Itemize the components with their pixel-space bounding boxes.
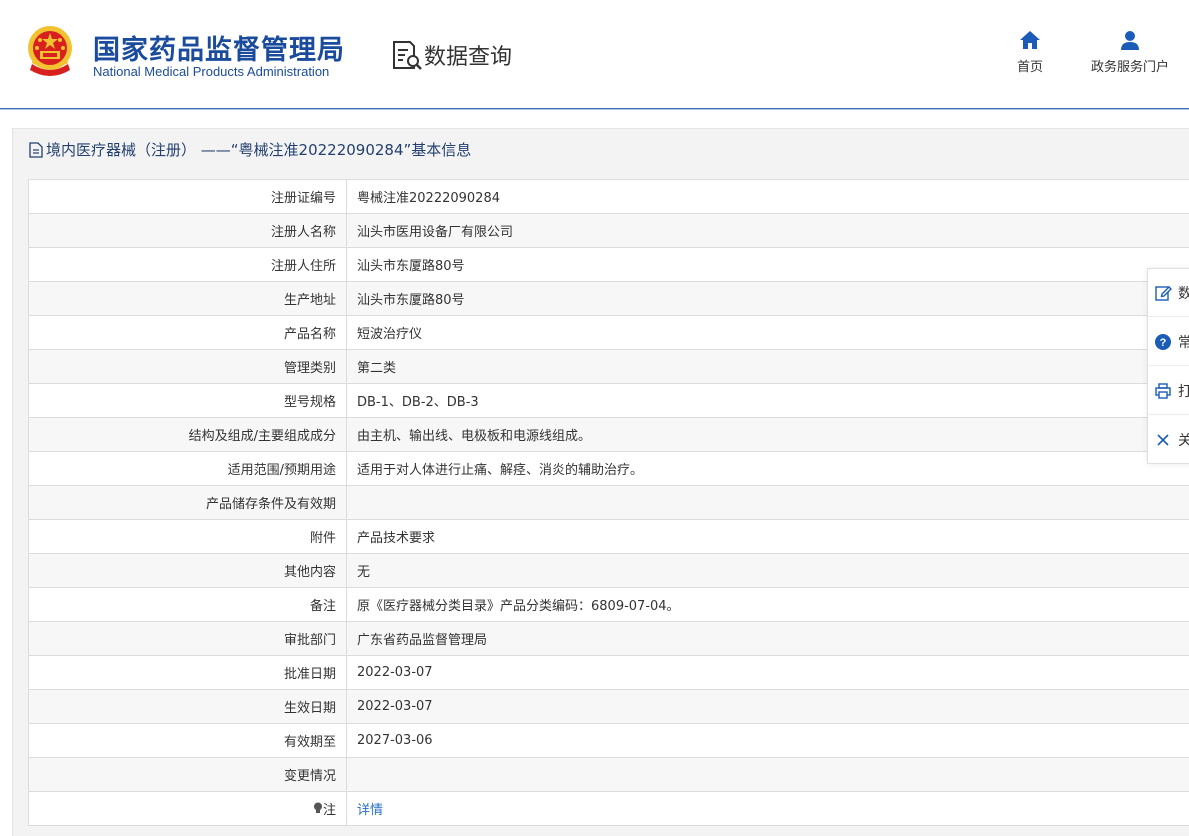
field-label: 管理类别 xyxy=(28,349,347,384)
site-header: 国家药品监督管理局 National Medical Products Admi… xyxy=(0,0,1189,108)
agency-name-cn: 国家药品监督管理局 xyxy=(93,35,345,66)
national-emblem-icon xyxy=(28,26,72,76)
field-label: 有效期至 xyxy=(28,723,347,758)
table-row: 注册人名称 汕头市医用设备厂有限公司 xyxy=(28,213,1189,248)
svg-text:?: ? xyxy=(1160,337,1167,349)
help-icon: ? xyxy=(1155,333,1171,350)
field-value: 粤械注准20222090284 xyxy=(346,179,1189,214)
table-row: 产品储存条件及有效期 xyxy=(28,485,1189,520)
float-faq-label: 常 xyxy=(1178,334,1189,351)
table-row: 批准日期 2022-03-07 xyxy=(28,655,1189,690)
note-value-cell: 详情 xyxy=(346,791,1189,826)
home-icon xyxy=(1020,31,1040,49)
data-query-label: 数据查询 xyxy=(424,45,513,70)
table-row: 其他内容无 xyxy=(28,553,1189,588)
field-value xyxy=(346,757,1189,792)
field-value: 汕头市东厦路80号 xyxy=(346,281,1189,316)
field-value: 无 xyxy=(346,553,1189,588)
field-label: 审批部门 xyxy=(28,621,347,656)
table-row: 审批部门 广东省药品监督管理局 xyxy=(28,621,1189,656)
table-row: 生效日期 2022-03-07 xyxy=(28,689,1189,724)
user-icon xyxy=(1121,31,1139,50)
table-row: 管理类别 第二类 xyxy=(28,349,1189,384)
float-close-button[interactable]: 关 xyxy=(1148,416,1189,464)
float-close-label: 关 xyxy=(1178,433,1189,449)
table-row: 型号规格 DB-1、DB-2、DB-3 xyxy=(28,383,1189,418)
data-query-title: 数据查询 xyxy=(390,38,512,72)
float-print-button[interactable]: 打 xyxy=(1148,367,1189,415)
note-label: 注 xyxy=(322,802,336,818)
field-value: DB-1、DB-2、DB-3 xyxy=(346,383,1189,418)
field-value: 适用于对人体进行止痛、解痉、消炎的辅助治疗。 xyxy=(346,451,1189,486)
print-icon xyxy=(1155,382,1171,399)
table-row: 生产地址 汕头市东厦路80号 xyxy=(28,281,1189,316)
field-label: 结构及组成/主要组成成分 xyxy=(28,417,347,452)
field-label: 适用范围/预期用途 xyxy=(28,451,347,486)
close-icon xyxy=(1157,434,1169,446)
field-label: 变更情况 xyxy=(28,757,347,792)
field-value: 2022-03-07 xyxy=(346,689,1189,724)
panel-title-text: 境内医疗器械（注册） ——“粤械注准20222090284”基本信息 xyxy=(46,141,472,159)
field-value: 2022-03-07 xyxy=(346,655,1189,690)
table-row: 注册证编号 粤械注准20222090284 xyxy=(28,179,1189,214)
table-row: 备注 原《医疗器械分类目录》产品分类编码：6809-07-04。 xyxy=(28,587,1189,622)
document-icon xyxy=(29,141,43,158)
field-value: 汕头市医用设备厂有限公司 xyxy=(346,213,1189,248)
table-row: 注册人住所 汕头市东厦路80号 xyxy=(28,247,1189,282)
table-row: 产品名称 短波治疗仪 xyxy=(28,315,1189,350)
float-faq-button[interactable]: ? 常 xyxy=(1148,318,1189,366)
edit-icon xyxy=(1155,285,1172,301)
field-label: 注册人名称 xyxy=(28,213,347,248)
table-row: 变更情况 xyxy=(28,757,1189,792)
field-value: 原《医疗器械分类目录》产品分类编码：6809-07-04。 xyxy=(346,587,1189,622)
table-row: 适用范围/预期用途 适用于对人体进行止痛、解痉、消炎的辅助治疗。 xyxy=(28,451,1189,486)
field-label: 备注 xyxy=(28,587,347,622)
note-label-cell: 注 xyxy=(28,791,347,826)
nav-home[interactable]: 首页 xyxy=(1014,30,1046,75)
table-row: 结构及组成/主要组成成分 由主机、输出线、电极板和电源线组成。 xyxy=(28,417,1189,452)
field-label: 其他内容 xyxy=(28,553,347,588)
nav-service-portal-label: 政务服务门户 xyxy=(1090,60,1169,75)
panel-title: 境内医疗器械（注册） ——“粤械注准20222090284”基本信息 xyxy=(29,139,471,160)
field-label: 产品储存条件及有效期 xyxy=(28,485,347,520)
nav-service-portal[interactable]: 政务服务门户 xyxy=(1086,30,1174,75)
header-divider xyxy=(0,108,1189,110)
field-label: 注册人住所 xyxy=(28,247,347,282)
field-value: 广东省药品监督管理局 xyxy=(346,621,1189,656)
nav-home-label: 首页 xyxy=(1016,60,1043,75)
device-info-table: 注册证编号 粤械注准20222090284 注册人名称 汕头市医用设备厂有限公司 注册人… xyxy=(28,179,1189,826)
field-value: 由主机、输出线、电极板和电源线组成。 xyxy=(346,417,1189,452)
field-label: 产品名称 xyxy=(28,315,347,350)
field-label: 附件 xyxy=(28,519,347,554)
table-row: 附件 产品技术要求 xyxy=(28,519,1189,554)
field-label: 注册证编号 xyxy=(28,179,347,214)
float-data-button[interactable]: 数 xyxy=(1148,269,1189,317)
float-data-label: 数 xyxy=(1178,285,1189,302)
float-print-label: 打 xyxy=(1178,383,1189,400)
field-label: 生产地址 xyxy=(28,281,347,316)
agency-name-en: National Medical Products Administration xyxy=(93,64,330,79)
field-label: 生效日期 xyxy=(28,689,347,724)
document-search-icon xyxy=(393,41,422,70)
field-label: 批准日期 xyxy=(28,655,347,690)
field-value: 汕头市东厦路80号 xyxy=(346,247,1189,282)
field-value: 短波治疗仪 xyxy=(346,315,1189,350)
field-value: 2027-03-06 xyxy=(346,723,1189,758)
floating-tool-panel: 数 ? 常 打 关 xyxy=(1147,268,1189,464)
field-value: 第二类 xyxy=(346,349,1189,384)
field-label: 型号规格 xyxy=(28,383,347,418)
table-row: 有效期至 2027-03-06 xyxy=(28,723,1189,758)
field-value: 产品技术要求 xyxy=(346,519,1189,554)
table-row-note: 注 详情 xyxy=(28,791,1189,826)
lightbulb-icon xyxy=(313,802,322,814)
details-link[interactable]: 详情 xyxy=(357,803,383,818)
field-value xyxy=(346,485,1189,520)
